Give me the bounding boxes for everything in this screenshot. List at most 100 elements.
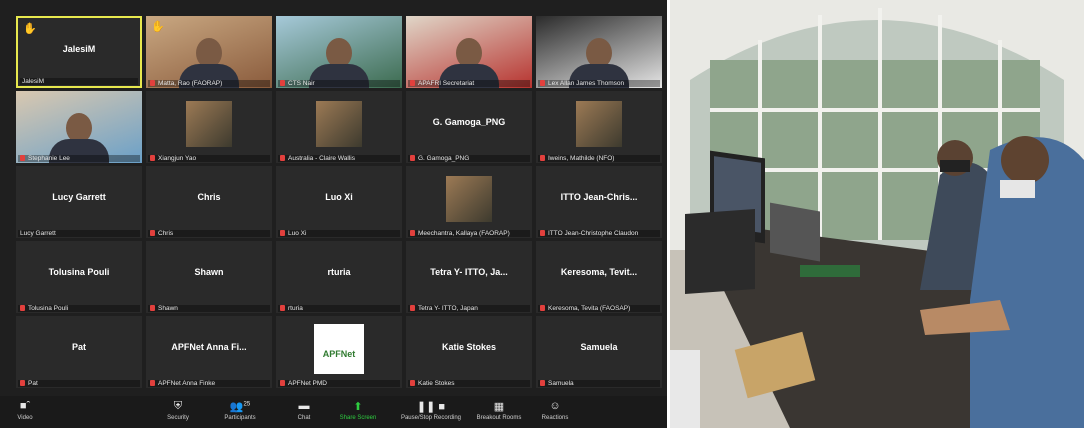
participant-label-text: G. Gamoga_PNG [418,155,470,162]
participant-label-text: Tetra Y- ITTO, Japan [418,305,478,312]
participant-label-text: Pat [28,380,38,387]
zoom-meeting-window: ✋ JalesiM JalesiM ✋ Matta, Rao (FAORAP) CTS N… [0,0,667,428]
participant-label-text: Katie Stokes [418,380,455,387]
muted-mic-icon [280,230,285,236]
participant-tile[interactable]: Chris Chris [146,166,272,238]
participant-name-label: APFNet Anna Finke [148,380,270,387]
participant-label-text: Tolusina Pouli [28,305,69,312]
muted-mic-icon [280,305,285,311]
video-icon: ■ˆ [19,400,31,412]
participant-name-label: APAFRI Secretariat [408,80,530,87]
reactions-icon: ☺ [549,400,561,412]
record-icon: ❚❚ ■ [416,401,446,413]
participant-name-label: JalesiM [20,78,138,85]
muted-mic-icon [410,380,415,386]
participant-display-name: Katie Stokes [441,342,497,352]
participant-tile[interactable]: Stephanie Lee [16,91,142,163]
participant-display-name: Pat [71,342,86,352]
muted-mic-icon [20,155,25,161]
participant-label-text: APFNet PMD [288,380,328,387]
participant-video [276,16,402,88]
participant-tile[interactable]: rturia rturia [276,241,402,313]
participant-name-label: Tolusina Pouli [18,305,140,312]
participant-display-name: Luo Xi [325,192,353,202]
participant-tile[interactable]: Luo Xi Luo Xi [276,166,402,238]
participant-tile[interactable]: ✋ Matta, Rao (FAORAP) [146,16,272,88]
participant-label-text: ITTO Jean-Christophe Claudon [548,230,639,237]
participant-tile[interactable]: Iweins, Mathilde (NFO) [536,91,662,163]
participant-name-label: Xiangjun Yao [148,155,270,162]
participant-label-text: Lex Allan James Thomson [548,80,625,87]
muted-mic-icon [410,230,415,236]
participant-tile[interactable]: Shawn Shawn [146,241,272,313]
meeting-toolbar: ■ˆ Video ⛨ Security 👥25 Participants ▬ C… [0,396,667,428]
shield-icon: ⛨ [173,400,183,412]
participant-display-name: Samuela [580,342,618,352]
muted-mic-icon [150,80,155,86]
security-button[interactable]: ⛨ Security [153,400,203,421]
chat-button[interactable]: ▬ Chat [279,400,329,421]
participant-label-text: Xiangjun Yao [158,155,197,162]
muted-mic-icon [150,380,155,386]
muted-mic-icon [410,155,415,161]
participant-name-label: ITTO Jean-Christophe Claudon [538,230,660,237]
participant-label-text: CTS Nair [288,80,315,87]
participant-name-label: Katie Stokes [408,380,530,387]
participant-label-text: Shawn [158,305,178,312]
participant-tile[interactable]: APFNet Anna Fi... APFNet Anna Finke [146,316,272,388]
video-button[interactable]: ■ˆ Video [0,400,50,421]
participant-video [536,16,662,88]
participant-tile[interactable]: CTS Nair [276,16,402,88]
share-screen-button[interactable]: ⬆ Share Screen [333,400,383,421]
muted-mic-icon [540,305,545,311]
muted-mic-icon [540,155,545,161]
participant-tile[interactable]: ✋ JalesiM JalesiM [16,16,142,88]
participant-name-label: Lex Allan James Thomson [538,80,660,87]
participant-tile[interactable]: Pat Pat [16,316,142,388]
participant-name-label: Tetra Y- ITTO, Japan [408,305,530,312]
participant-tile[interactable]: Lucy Garrett Lucy Garrett [16,166,142,238]
participant-label-text: Luo Xi [288,230,307,237]
participant-tile[interactable]: Meechantra, Kallaya (FAORAP) [406,166,532,238]
participant-label-text: Meechantra, Kallaya (FAORAP) [418,230,510,237]
muted-mic-icon [20,305,25,311]
participant-name-label: Iweins, Mathilde (NFO) [538,155,660,162]
participant-display-name: ITTO Jean-Chris... [560,192,638,202]
participant-name-label: Luo Xi [278,230,400,237]
participant-display-name: rturia [327,267,351,277]
breakout-rooms-button[interactable]: ▦ Breakout Rooms [474,400,524,421]
participant-tile[interactable]: G. Gamoga_PNG G. Gamoga_PNG [406,91,532,163]
participant-name-label: Shawn [148,305,270,312]
participant-tile[interactable]: Samuela Samuela [536,316,662,388]
chat-icon: ▬ [298,400,310,412]
participant-name-label: Australia - Claire Wallis [278,155,400,162]
participants-button[interactable]: 👥25 Participants [215,400,265,421]
participant-name-label: Lucy Garrett [18,230,140,237]
participant-tile[interactable]: Keresoma, Tevit... Keresoma, Tevita (FAOS… [536,241,662,313]
participant-tile[interactable]: Lex Allan James Thomson [536,16,662,88]
muted-mic-icon [150,305,155,311]
reactions-button[interactable]: ☺ Reactions [530,400,580,421]
participant-name-label: CTS Nair [278,80,400,87]
participant-tile[interactable]: Tetra Y- ITTO, Ja... Tetra Y- ITTO, Japan [406,241,532,313]
participant-tile[interactable]: Xiangjun Yao [146,91,272,163]
participant-name-label: APFNet PMD [278,380,400,387]
muted-mic-icon [410,305,415,311]
participant-tile[interactable]: APAFRI Secretariat [406,16,532,88]
participant-name-label: Samuela [538,380,660,387]
participant-tile[interactable]: Australia - Claire Wallis [276,91,402,163]
participant-name-label: Matta, Rao (FAORAP) [148,80,270,87]
participant-tile[interactable]: APFNet APFNet PMD [276,316,402,388]
participant-tile[interactable]: Tolusina Pouli Tolusina Pouli [16,241,142,313]
participant-label-text: JalesiM [22,78,45,85]
participant-label-text: Iweins, Mathilde (NFO) [548,155,615,162]
participants-icon: 👥25 [229,401,251,413]
participant-name-label: G. Gamoga_PNG [408,155,530,162]
participant-tile[interactable]: Katie Stokes Katie Stokes [406,316,532,388]
raised-hand-icon: ✋ [151,21,165,33]
recording-button[interactable]: ❚❚ ■ Pause/Stop Recording [400,400,462,421]
participant-label-text: Matta, Rao (FAORAP) [158,80,223,87]
participant-tile[interactable]: ITTO Jean-Chris... ITTO Jean-Christophe C… [536,166,662,238]
participant-label-text: Lucy Garrett [20,230,56,237]
room-photo-illustration [670,0,1084,428]
